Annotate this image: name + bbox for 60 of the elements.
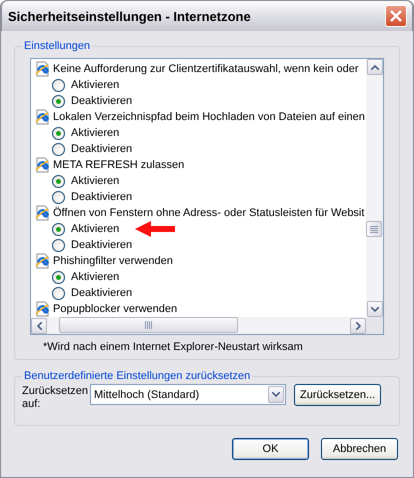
ok-button[interactable]: OK bbox=[232, 438, 309, 460]
radio-button[interactable] bbox=[52, 78, 65, 92]
option-label[interactable]: Deaktivieren bbox=[71, 143, 132, 155]
level-dropdown[interactable]: Mittelhoch (Standard) bbox=[90, 384, 286, 405]
reset-label: Zurücksetzen auf: bbox=[22, 385, 86, 411]
close-button[interactable] bbox=[385, 5, 407, 27]
option-label[interactable]: Aktivieren bbox=[71, 175, 120, 187]
setting-label: Keine Aufforderung zur Clientzertifikatauswahl, wenn kein oder bbox=[53, 63, 359, 75]
grip-icon bbox=[370, 226, 378, 232]
caret-icon bbox=[370, 64, 378, 70]
radio-button[interactable] bbox=[52, 238, 65, 252]
setting-label: Öffnen von Fenstern ohne Adress- oder Statusleisten für Websit bbox=[53, 207, 364, 219]
restart-note: *Wird nach einem Internet Explorer-Neustart wirksam bbox=[42, 341, 304, 353]
scroll-right-button[interactable] bbox=[350, 318, 366, 334]
vertical-scrollbar[interactable] bbox=[366, 59, 383, 317]
scroll-down-button[interactable] bbox=[366, 301, 382, 317]
cancel-button[interactable]: Abbrechen bbox=[321, 438, 398, 460]
grip-icon bbox=[145, 321, 152, 329]
scroll-thumb[interactable] bbox=[366, 221, 382, 237]
browser-icon bbox=[34, 61, 50, 77]
group-title: Benutzerdefinierte Einstellungen zurücksetzen bbox=[23, 370, 252, 382]
setting-label: META REFRESH zulassen bbox=[53, 159, 184, 171]
setting-label: Phishingfilter verwenden bbox=[53, 255, 173, 267]
option-label[interactable]: Deaktivieren bbox=[71, 287, 132, 299]
radio-button[interactable] bbox=[52, 222, 65, 236]
scrollbar-corner bbox=[366, 317, 383, 334]
radio-button[interactable] bbox=[52, 174, 65, 188]
window-title: Sicherheitseinstellungen - Internetzone bbox=[8, 8, 251, 24]
caret-icon bbox=[356, 322, 360, 330]
radio-button[interactable] bbox=[52, 142, 65, 156]
browser-icon bbox=[34, 109, 50, 125]
radio-button[interactable] bbox=[52, 94, 65, 108]
option-label[interactable]: Deaktivieren bbox=[71, 95, 132, 107]
horizontal-scrollbar[interactable] bbox=[31, 317, 366, 334]
close-icon bbox=[390, 10, 402, 22]
radio-button[interactable] bbox=[52, 270, 65, 284]
scroll-up-button[interactable] bbox=[366, 59, 382, 75]
setting-label: Lokalen Verzeichnispfad beim Hochladen von Dateien auf einen bbox=[53, 111, 365, 123]
scroll-left-button[interactable] bbox=[31, 318, 47, 334]
option-label[interactable]: Deaktivieren bbox=[71, 239, 132, 251]
arrow-icon bbox=[135, 221, 176, 237]
caret-icon bbox=[36, 322, 42, 330]
option-label[interactable]: Aktivieren bbox=[71, 271, 120, 283]
browser-icon bbox=[34, 205, 50, 221]
setting-label: Popupblocker verwenden bbox=[53, 303, 178, 315]
group-title: Einstellungen bbox=[23, 40, 92, 52]
scroll-thumb[interactable] bbox=[59, 317, 238, 333]
radio-button[interactable] bbox=[52, 286, 65, 300]
option-label[interactable]: Aktivieren bbox=[71, 223, 120, 235]
browser-icon bbox=[34, 157, 50, 173]
radio-button[interactable] bbox=[52, 126, 65, 140]
option-label[interactable]: Deaktivieren bbox=[71, 191, 132, 203]
browser-icon bbox=[34, 301, 50, 317]
option-label[interactable]: Aktivieren bbox=[71, 79, 120, 91]
radio-button[interactable] bbox=[52, 190, 65, 204]
browser-icon bbox=[34, 253, 50, 269]
option-label[interactable]: Aktivieren bbox=[71, 127, 120, 139]
reset-button[interactable]: Zurücksetzen... bbox=[294, 384, 382, 406]
caret-icon bbox=[370, 306, 378, 312]
caret-icon bbox=[272, 392, 280, 397]
